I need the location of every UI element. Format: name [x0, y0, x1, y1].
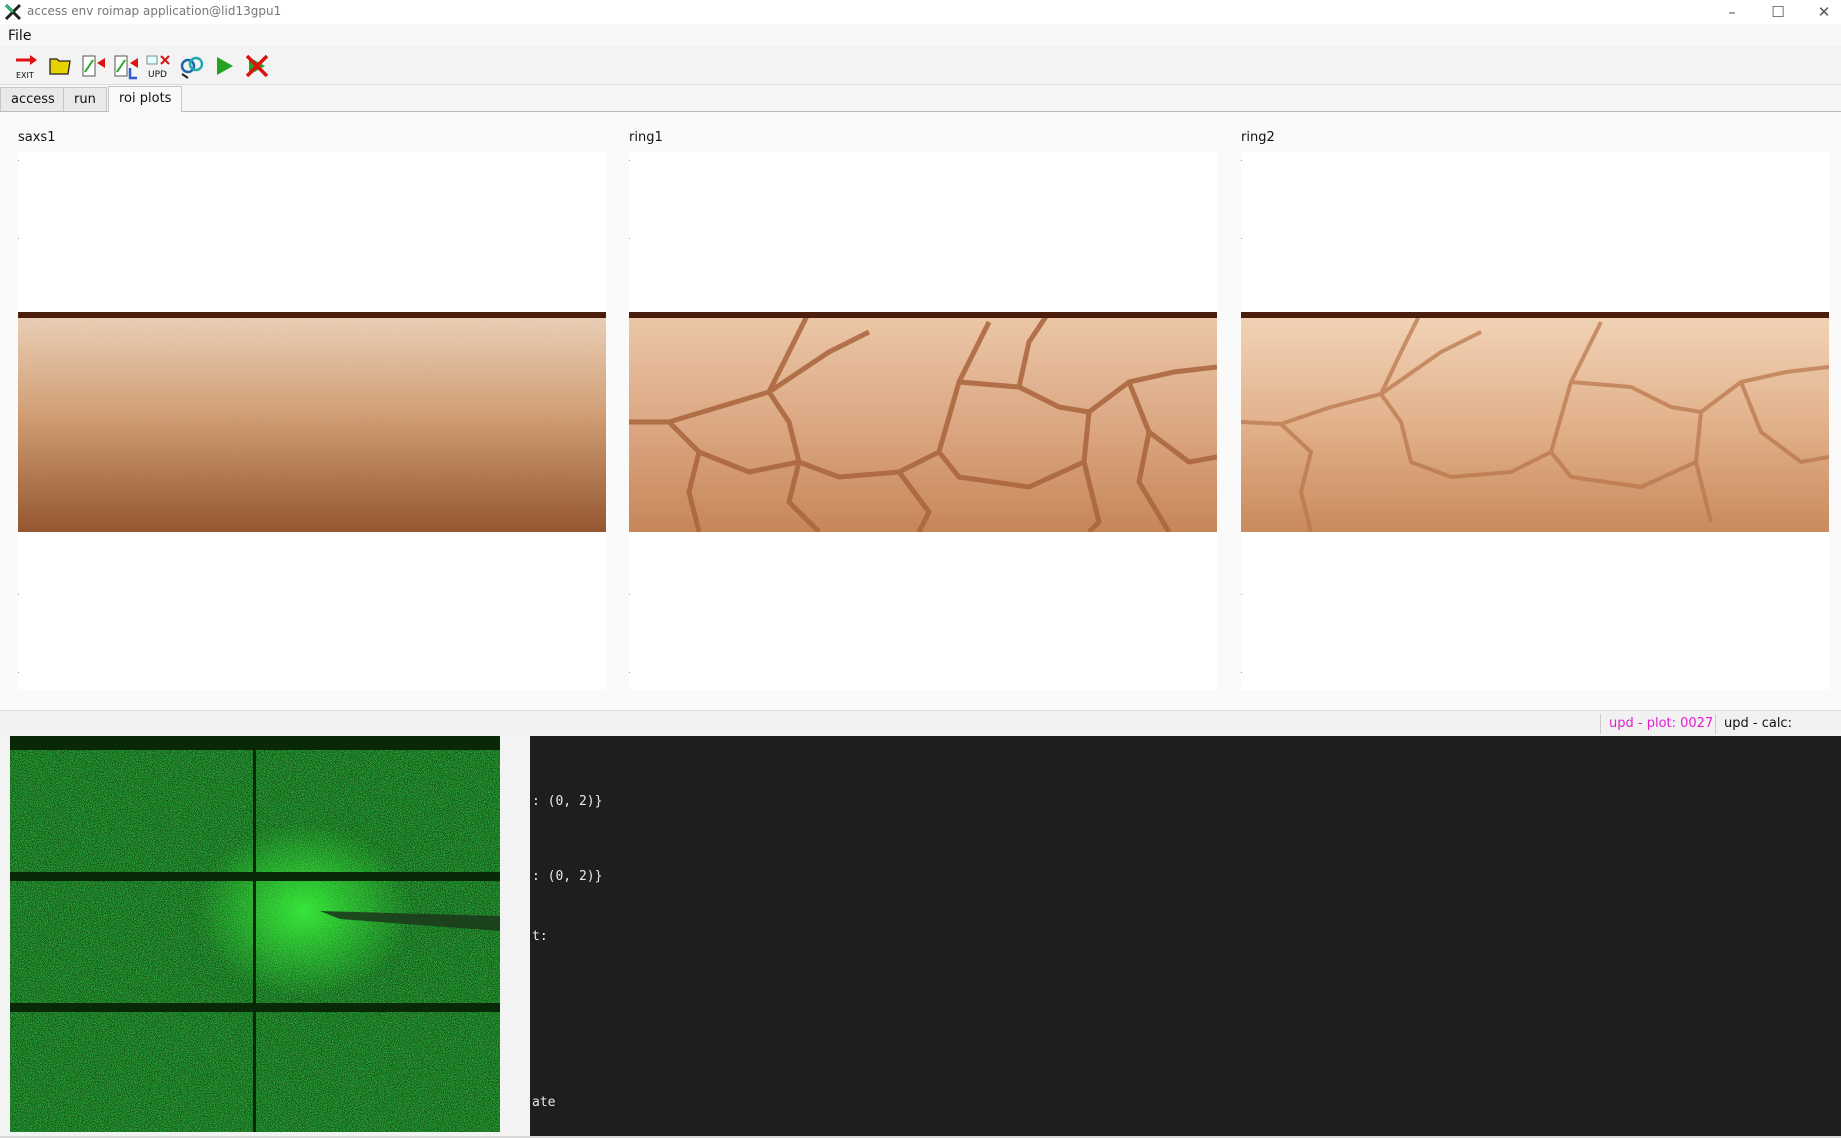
plot-panel-ring2: ring2	[1241, 112, 1829, 710]
detector-image[interactable]	[10, 736, 500, 1132]
load-list-icon	[114, 55, 138, 80]
stop-button[interactable]	[243, 52, 271, 80]
stop-icon	[245, 54, 269, 78]
menu-file[interactable]: File	[8, 28, 31, 44]
terminal-output[interactable]: : (0, 2)} : (0, 2)} t: ate	[530, 736, 1841, 1136]
terminal-line: t:	[532, 929, 548, 944]
plot-panel-ring1: ring1	[629, 112, 1217, 710]
folder-icon	[49, 58, 71, 75]
plot-canvas-ring1[interactable]	[629, 152, 1217, 690]
close-icon[interactable]: ✕	[1801, 0, 1841, 24]
run-button[interactable]	[210, 52, 238, 80]
load-roi-button[interactable]	[79, 52, 107, 80]
roi-image-ring1	[629, 312, 1217, 532]
link-tool-icon	[180, 56, 204, 79]
minimize-icon[interactable]: –	[1709, 0, 1755, 24]
status-bar: upd - plot: 0027 upd - calc:	[0, 710, 1841, 737]
menu-bar: File	[0, 24, 1841, 46]
roi-image-saxs1	[18, 312, 606, 532]
terminal-line: : (0, 2)}	[532, 869, 603, 884]
terminal-line: : (0, 2)}	[532, 794, 603, 809]
plot-label-ring2: ring2	[1241, 130, 1275, 145]
load-roi-icon	[82, 55, 105, 77]
upd-label: UPD	[148, 70, 167, 80]
maximize-icon[interactable]: ☐	[1755, 0, 1801, 24]
load-list-button[interactable]	[112, 52, 140, 80]
exit-icon: EXIT	[16, 55, 37, 80]
tab-run[interactable]: run	[63, 87, 107, 111]
upd-icon: UPD	[146, 55, 170, 80]
settings-button[interactable]	[178, 52, 206, 80]
title-bar: access env roimap application@lid13gpu1 …	[0, 0, 1841, 24]
plot-canvas-saxs1[interactable]	[18, 152, 606, 690]
plot-canvas-ring2[interactable]	[1241, 152, 1829, 690]
status-calc-update: upd - calc:	[1724, 716, 1792, 731]
status-plot-update: upd - plot: 0027	[1609, 716, 1714, 731]
plot-panel-saxs1: saxs1	[18, 112, 606, 710]
plot-label-ring1: ring1	[629, 130, 663, 145]
plot-label-saxs1: saxs1	[18, 130, 56, 145]
exit-label: EXIT	[16, 71, 34, 80]
roi-image-ring2	[1241, 312, 1829, 532]
upd-button[interactable]: UPD	[145, 52, 173, 80]
roi-plots-area: saxs1 ring1 ring2	[0, 112, 1841, 710]
open-folder-button[interactable]	[46, 52, 74, 80]
toolbar: EXIT UPD	[0, 46, 1841, 85]
window-title: access env roimap application@lid13gpu1	[27, 4, 282, 18]
exit-button[interactable]: EXIT	[12, 52, 40, 80]
tab-bar: access run roi plots	[0, 85, 1841, 112]
app-x-icon	[4, 3, 22, 21]
detector-view-container	[0, 736, 530, 1138]
terminal-line: ate	[532, 1095, 556, 1110]
tab-roi-plots[interactable]: roi plots	[108, 86, 183, 112]
tab-access[interactable]: access	[0, 87, 66, 111]
play-icon	[217, 57, 233, 75]
